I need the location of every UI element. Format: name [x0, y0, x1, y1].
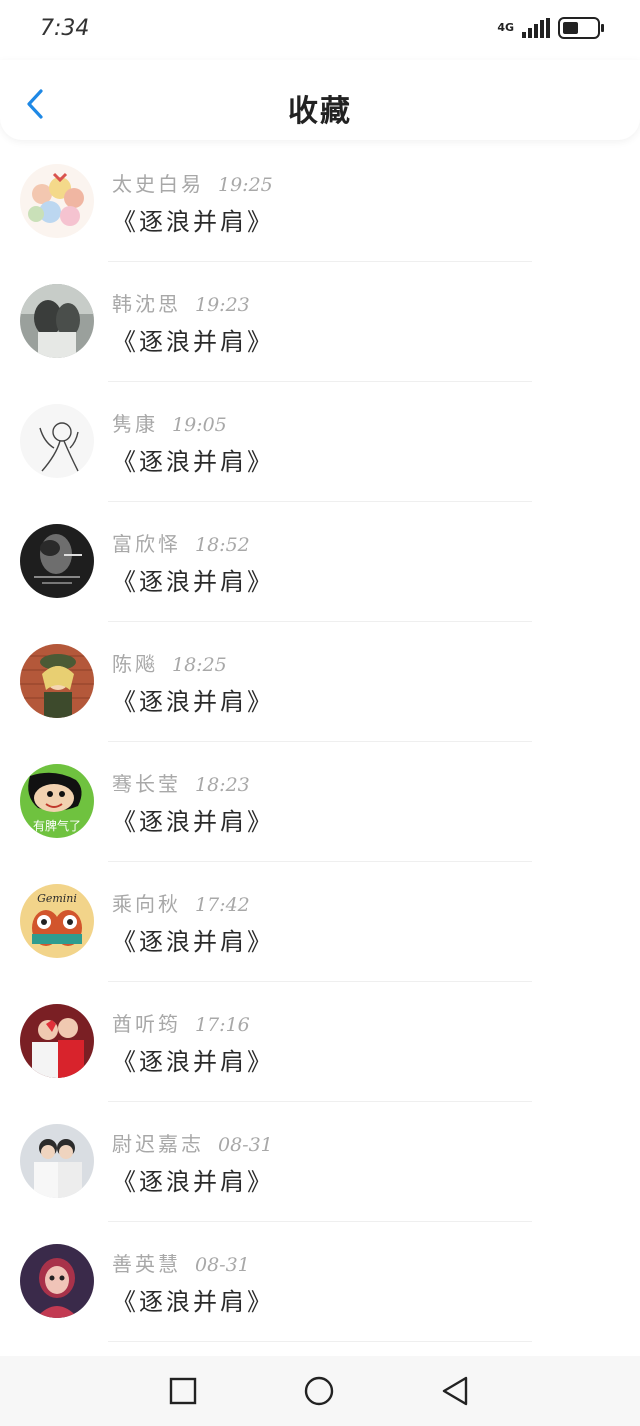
- avatar: Gemini: [20, 884, 94, 958]
- author-name: 乘向秋: [112, 892, 181, 916]
- square-icon: [169, 1377, 197, 1405]
- avatar-caption: Gemini: [37, 892, 77, 905]
- item-meta: 太史白易 19:25: [112, 168, 273, 197]
- triangle-back-icon: [442, 1376, 468, 1406]
- item-time: 17:16: [195, 1014, 250, 1036]
- item-time: 19:25: [218, 174, 273, 196]
- avatar: [20, 524, 94, 598]
- list-item[interactable]: 韩沈思 19:23 《逐浪并肩》: [0, 262, 640, 382]
- list-item[interactable]: 有脾气了 骞长莹 18:23 《逐浪并肩》: [0, 742, 640, 862]
- list-item[interactable]: 太史白易 19:25 《逐浪并肩》: [0, 142, 640, 262]
- status-time: 7:34: [40, 16, 90, 41]
- back-nav-button[interactable]: [438, 1374, 472, 1408]
- item-meta: 隽康 19:05: [112, 408, 227, 437]
- avatar: [20, 1244, 94, 1318]
- item-meta: 韩沈思 19:23: [112, 288, 250, 317]
- list-item[interactable]: 尉迟嘉志 08-31 《逐浪并肩》: [0, 1102, 640, 1222]
- book-title: 《逐浪并肩》: [112, 928, 274, 956]
- item-meta: 乘向秋 17:42: [112, 888, 250, 917]
- system-nav-bar: [0, 1356, 640, 1426]
- item-time: 19:23: [195, 294, 250, 316]
- avatar-caption: 有脾气了: [33, 818, 81, 833]
- author-name: 韩沈思: [112, 292, 181, 316]
- author-name: 陈飚: [112, 652, 158, 676]
- avatar: [20, 404, 94, 478]
- list-item[interactable]: 陈飚 18:25 《逐浪并肩》: [0, 622, 640, 742]
- item-time: 18:25: [172, 654, 227, 676]
- author-name: 尉迟嘉志: [112, 1132, 204, 1156]
- avatar: [20, 1124, 94, 1198]
- recent-apps-button[interactable]: [166, 1374, 200, 1408]
- network-type: 4G: [497, 21, 514, 34]
- avatar: [20, 1004, 94, 1078]
- item-meta: 富欣怿 18:52: [112, 528, 250, 557]
- status-icons: 4G: [497, 14, 604, 42]
- book-title: 《逐浪并肩》: [112, 448, 274, 476]
- book-title: 《逐浪并肩》: [112, 688, 274, 716]
- header: 收藏: [0, 60, 640, 140]
- item-time: 19:05: [172, 414, 227, 436]
- item-meta: 酋听筠 17:16: [112, 1008, 250, 1037]
- avatar: 有脾气了: [20, 764, 94, 838]
- item-meta: 陈飚 18:25: [112, 648, 227, 677]
- list-item[interactable]: Gemini 乘向秋 17:42 《逐浪并肩》: [0, 862, 640, 982]
- divider: [108, 1341, 532, 1342]
- item-time: 08-31: [195, 1254, 250, 1276]
- avatar: [20, 284, 94, 358]
- book-title: 《逐浪并肩》: [112, 208, 274, 236]
- battery-fill: [563, 22, 578, 34]
- signal-icon: [522, 18, 550, 38]
- home-button[interactable]: [302, 1374, 336, 1408]
- book-title: 《逐浪并肩》: [112, 328, 274, 356]
- circle-icon: [304, 1376, 334, 1406]
- battery-icon: [558, 17, 604, 39]
- network-label: 4G: [497, 21, 514, 34]
- book-title: 《逐浪并肩》: [112, 1048, 274, 1076]
- list-item[interactable]: 善英慧 08-31 《逐浪并肩》: [0, 1222, 640, 1342]
- book-title: 《逐浪并肩》: [112, 1288, 274, 1316]
- item-time: 17:42: [195, 894, 250, 916]
- book-title: 《逐浪并肩》: [112, 808, 274, 836]
- list-item[interactable]: 富欣怿 18:52 《逐浪并肩》: [0, 502, 640, 622]
- list-item[interactable]: 隽康 19:05 《逐浪并肩》: [0, 382, 640, 502]
- author-name: 酋听筠: [112, 1012, 181, 1036]
- item-meta: 善英慧 08-31: [112, 1248, 250, 1277]
- status-bar: 7:34 4G: [0, 0, 640, 60]
- author-name: 富欣怿: [112, 532, 181, 556]
- book-title: 《逐浪并肩》: [112, 568, 274, 596]
- list-item[interactable]: 酋听筠 17:16 《逐浪并肩》: [0, 982, 640, 1102]
- author-name: 太史白易: [112, 172, 204, 196]
- book-title: 《逐浪并肩》: [112, 1168, 274, 1196]
- item-meta: 骞长莹 18:23: [112, 768, 250, 797]
- author-name: 善英慧: [112, 1252, 181, 1276]
- avatar: [20, 164, 94, 238]
- avatar: [20, 644, 94, 718]
- item-time: 18:52: [195, 534, 250, 556]
- item-time: 08-31: [218, 1134, 273, 1156]
- author-name: 隽康: [112, 412, 158, 436]
- favorites-list: 太史白易 19:25 《逐浪并肩》 韩沈思 19:23 《逐浪并肩》 隽康 19…: [0, 142, 640, 1342]
- item-time: 18:23: [195, 774, 250, 796]
- page-title: 收藏: [288, 94, 352, 129]
- author-name: 骞长莹: [112, 772, 181, 796]
- item-meta: 尉迟嘉志 08-31: [112, 1128, 273, 1157]
